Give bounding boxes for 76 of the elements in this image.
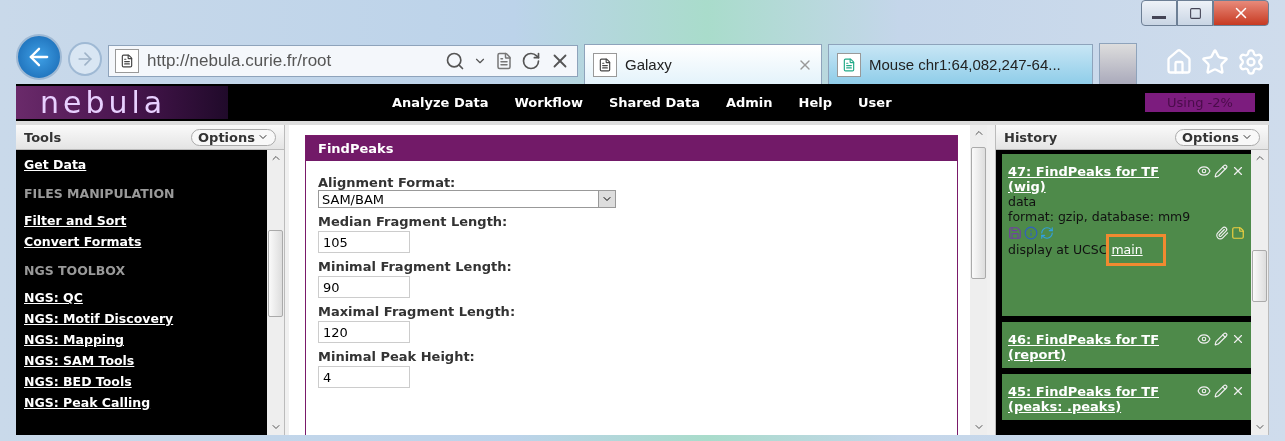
pencil-icon[interactable] (1214, 164, 1228, 178)
field-label: Alignment Format: (318, 175, 457, 190)
eye-icon[interactable] (1197, 164, 1211, 178)
pencil-icon[interactable] (1214, 332, 1228, 346)
eye-icon[interactable] (1197, 384, 1211, 398)
maximize-button[interactable] (1177, 0, 1213, 26)
tool-link[interactable]: NGS: QC (24, 287, 259, 308)
page-icon (842, 57, 856, 72)
minimize-button[interactable] (1141, 0, 1177, 26)
select-field[interactable]: SAM/BAM (318, 190, 616, 208)
search-icon[interactable] (445, 51, 465, 71)
scrollbar-thumb[interactable] (1252, 250, 1267, 302)
menu-item[interactable]: Shared Data (608, 95, 700, 110)
menu-item[interactable]: User (858, 95, 892, 110)
display-link[interactable]: main (1111, 242, 1143, 257)
dataset-meta: format: gzip, database: mm9 (1008, 209, 1192, 224)
document-icon (120, 54, 134, 68)
scrollbar-thumb[interactable] (971, 147, 986, 279)
tool-link[interactable]: NGS: SAM Tools (24, 350, 259, 371)
paperclip-icon[interactable] (1215, 226, 1229, 240)
maximize-icon (1188, 6, 1202, 20)
minimize-icon (1152, 15, 1166, 19)
options-button[interactable]: Options (191, 128, 276, 146)
tool-link[interactable]: NGS: Peak Calling (24, 392, 259, 413)
input-field[interactable]: 105 (318, 231, 410, 253)
dataset-title[interactable]: 46: FindPeaks for TF (report) (1008, 332, 1191, 362)
browser-tab[interactable]: Mouse chr1:64,082,247-64... (828, 44, 1093, 84)
form-title: FindPeaks (306, 136, 957, 161)
panel-title: Tools (24, 129, 62, 145)
pencil-icon[interactable] (1214, 384, 1228, 398)
menu-item[interactable]: Help (798, 95, 833, 110)
back-button[interactable] (16, 34, 62, 80)
dataset-title[interactable]: 47: FindPeaks for TF (wig) (1008, 164, 1191, 194)
field-label: Maximal Fragment Length: (318, 304, 517, 319)
note-icon[interactable] (1231, 226, 1245, 240)
input-field[interactable]: 120 (318, 321, 410, 343)
tool-link[interactable]: Filter and Sort (24, 210, 259, 231)
scrollbar[interactable] (267, 150, 284, 435)
dataset-info: data (1008, 194, 1038, 209)
page-icon (598, 57, 612, 72)
delete-icon[interactable] (1231, 332, 1245, 346)
tool-link[interactable]: NGS: Mapping (24, 329, 259, 350)
field-label: Median Fragment Length: (318, 214, 509, 229)
section-heading: FILES MANIPULATION (24, 185, 176, 203)
save-icon[interactable] (1008, 226, 1022, 240)
new-tab-button[interactable] (1099, 43, 1137, 84)
delete-icon[interactable] (1231, 164, 1245, 178)
star-icon[interactable] (1201, 48, 1229, 76)
address-bar[interactable]: http://nebula.curie.fr/root (108, 45, 578, 77)
refresh-icon[interactable] (521, 51, 541, 71)
options-button[interactable]: Options (1175, 128, 1260, 146)
panel-title: History (1004, 129, 1058, 145)
input-field[interactable]: 4 (318, 366, 410, 388)
scrollbar[interactable] (1251, 150, 1268, 435)
dataset-title[interactable]: 45: FindPeaks for TF (peaks: .peaks) (1008, 384, 1191, 414)
tool-link[interactable]: Get Data (24, 154, 259, 175)
tool-link[interactable]: NGS: BED Tools (24, 371, 259, 392)
menu-item[interactable]: Analyze Data (392, 95, 489, 110)
menu-item[interactable]: Admin (725, 95, 773, 110)
field-label: Minimal Peak Height: (318, 349, 476, 364)
tool-link[interactable]: Convert Formats (24, 231, 259, 252)
tool-link[interactable]: NGS: Motif Discovery (24, 308, 259, 329)
section-heading: NGS TOOLBOX (24, 262, 127, 280)
eye-icon[interactable] (1197, 332, 1211, 346)
url-text: http://nebula.curie.fr/root (147, 51, 333, 71)
scrollbar-thumb[interactable] (268, 230, 283, 317)
input-field[interactable]: 90 (318, 276, 410, 298)
field-label: Minimal Fragment Length: (318, 259, 513, 274)
browser-tab[interactable]: Galaxy (584, 44, 822, 84)
scrollbar[interactable] (970, 125, 987, 435)
compatibility-icon[interactable] (495, 52, 513, 70)
menu-item[interactable]: Workflow (514, 95, 583, 110)
close-button[interactable] (1213, 0, 1269, 26)
display-label: display at UCSC (1008, 242, 1108, 257)
logo: nebula (16, 86, 228, 119)
delete-icon[interactable] (1231, 384, 1245, 398)
